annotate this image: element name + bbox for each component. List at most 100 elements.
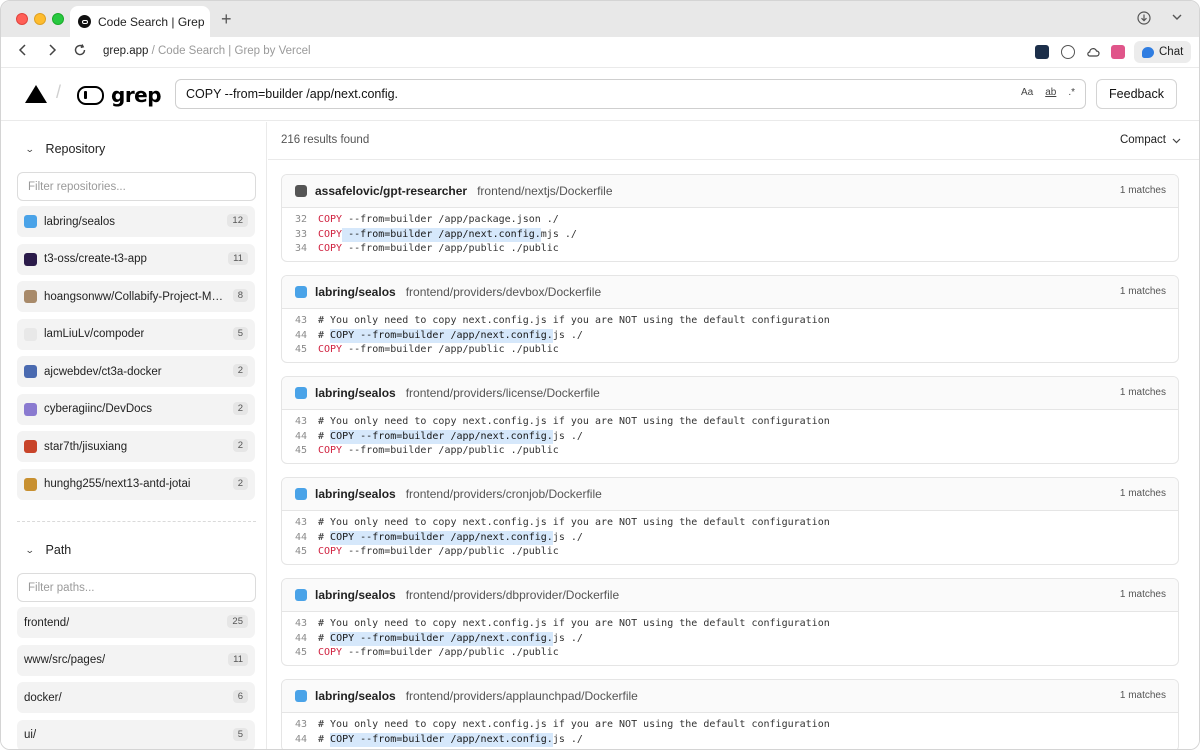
repository-facet-item[interactable]: cyberagiinc/DevDocs 2: [17, 393, 255, 425]
repository-facet-item[interactable]: t3-oss/create-t3-app 11: [17, 243, 255, 275]
line-number[interactable]: 44: [282, 329, 318, 344]
match-case-toggle[interactable]: Aa: [1021, 87, 1033, 98]
path-facet-item[interactable]: docker/6: [17, 682, 255, 713]
regex-toggle[interactable]: .*: [1068, 87, 1075, 98]
color-picker-extension-icon[interactable]: [1111, 45, 1125, 59]
zoom-window-button[interactable]: [52, 13, 64, 25]
minimize-window-button[interactable]: [34, 13, 46, 25]
filter-paths-input[interactable]: Filter paths...: [17, 573, 256, 602]
line-number[interactable]: 33: [282, 228, 318, 243]
result-repo-link[interactable]: labring/sealos: [315, 386, 396, 400]
tab-strip: Code Search | Grep by +: [1, 1, 1199, 37]
code-line: 44 # COPY --from=builder /app/next.config…: [282, 429, 1178, 445]
result-card-header: labring/sealos frontend/providers/applaun…: [282, 680, 1178, 713]
path-facet-item[interactable]: ui/5: [17, 719, 255, 749]
line-number[interactable]: 43: [282, 415, 318, 430]
line-number[interactable]: 44: [282, 632, 318, 647]
result-file-path-link[interactable]: frontend/providers/license/Dockerfile: [406, 386, 600, 400]
line-number[interactable]: 44: [282, 733, 318, 748]
line-number[interactable]: 43: [282, 516, 318, 531]
repository-facet-item[interactable]: star7th/jisuxiang 2: [17, 431, 255, 462]
path-section-toggle[interactable]: ⌄ Path: [25, 543, 71, 557]
line-number[interactable]: 45: [282, 646, 318, 661]
code-text: js ./: [552, 531, 583, 543]
repository-facet-item[interactable]: ajcwebdev/ct3a-docker 2: [17, 356, 255, 387]
chat-button[interactable]: Chat: [1134, 41, 1191, 63]
line-number[interactable]: 44: [282, 430, 318, 445]
repo-avatar-icon: [295, 185, 307, 197]
line-number[interactable]: 45: [282, 545, 318, 560]
chevron-down-icon[interactable]: [1171, 11, 1183, 26]
path-facet-item[interactable]: www/src/pages/11: [17, 644, 255, 676]
code-line: 44 # COPY --from=builder /app/next.config…: [282, 530, 1178, 546]
code-keyword: COPY: [318, 546, 343, 558]
code-text: mjs ./: [540, 228, 577, 240]
line-number[interactable]: 34: [282, 242, 318, 257]
close-window-button[interactable]: [16, 13, 28, 25]
new-tab-button[interactable]: +: [221, 10, 232, 28]
result-repo-link[interactable]: labring/sealos: [315, 588, 396, 602]
result-repo-link[interactable]: labring/sealos: [315, 689, 396, 703]
match-highlight: COPY --from=builder /app/next.config.: [330, 530, 553, 546]
code-line: 45 COPY --from=builder /app/public ./publ…: [282, 343, 1178, 358]
result-card: labring/sealos frontend/providers/applaun…: [281, 679, 1179, 749]
code-comment: # You only need to copy next.config.js i…: [318, 618, 830, 629]
download-icon[interactable]: [1137, 11, 1151, 28]
result-file-path-link[interactable]: frontend/providers/cronjob/Dockerfile: [406, 487, 602, 501]
feedback-button[interactable]: Feedback: [1096, 79, 1177, 109]
repo-name: t3-oss/create-t3-app: [44, 253, 147, 265]
grep-favicon-icon: [78, 15, 91, 28]
forward-arrow-icon[interactable]: [46, 43, 58, 62]
code-line: 45 COPY --from=builder /app/public ./publ…: [282, 646, 1178, 661]
result-file-path-link[interactable]: frontend/providers/applaunchpad/Dockerfi…: [406, 689, 638, 703]
repository-facet-item[interactable]: hoangsonww/Collabify-Project-Man... 8: [17, 281, 255, 312]
code-line: 44 # COPY --from=builder /app/next.config…: [282, 732, 1178, 748]
code-comment: #: [318, 632, 331, 644]
line-number[interactable]: 32: [282, 213, 318, 228]
grep-mark-icon: [77, 85, 104, 105]
cloud-extension-icon[interactable]: [1086, 45, 1100, 59]
repository-facet-item[interactable]: lamLiuLv/compoder 5: [17, 318, 255, 350]
repository-facet-item[interactable]: labring/sealos 12: [17, 206, 255, 237]
react-devtools-extension-icon[interactable]: [1035, 45, 1049, 59]
url-field[interactable]: grep.app / Code Search | Grep by Vercel: [103, 45, 311, 57]
result-file-path-link[interactable]: frontend/providers/dbprovider/Dockerfile: [406, 588, 619, 602]
tracker-extension-icon[interactable]: [1061, 45, 1075, 59]
code-keyword: COPY: [318, 445, 343, 457]
result-match-count: 1 matches: [1119, 387, 1166, 398]
line-number[interactable]: 44: [282, 531, 318, 546]
url-host: grep.app: [103, 45, 149, 57]
repository-heading: Repository: [45, 142, 106, 156]
result-repo-link[interactable]: labring/sealos: [315, 285, 396, 299]
result-file-path-link[interactable]: frontend/nextjs/Dockerfile: [477, 184, 612, 198]
repo-avatar-icon: [24, 402, 37, 416]
vercel-logo-icon[interactable]: [25, 85, 47, 103]
result-repo-link[interactable]: labring/sealos: [315, 487, 396, 501]
line-number[interactable]: 43: [282, 314, 318, 329]
search-input[interactable]: COPY --from=builder /app/next.config. Aa…: [175, 79, 1086, 109]
chat-bubble-icon: [1142, 46, 1154, 58]
grep-logo[interactable]: grep: [77, 83, 162, 107]
code-text: --from=builder /app/public ./public: [342, 445, 559, 457]
repo-avatar-icon: [295, 690, 307, 702]
result-repo-link[interactable]: assafelovic/gpt-researcher: [315, 184, 467, 198]
code-line: 43 # You only need to copy next.config.js…: [282, 314, 1178, 329]
line-number[interactable]: 45: [282, 343, 318, 358]
browser-window: Code Search | Grep by + grep.app / Code …: [0, 0, 1200, 750]
filter-repositories-input[interactable]: Filter repositories...: [17, 172, 256, 201]
line-number[interactable]: 43: [282, 617, 318, 632]
browser-tab[interactable]: Code Search | Grep by: [70, 6, 210, 37]
path-facet-item[interactable]: frontend/25: [17, 607, 255, 638]
reload-icon[interactable]: [73, 43, 87, 62]
repository-section-toggle[interactable]: ⌄ Repository: [25, 142, 106, 156]
back-arrow-icon[interactable]: [17, 43, 29, 62]
line-number[interactable]: 45: [282, 444, 318, 459]
repo-avatar-icon: [295, 387, 307, 399]
repository-facet-item[interactable]: hunghg255/next13-antd-jotai 2: [17, 468, 255, 500]
match-whole-words-toggle[interactable]: ab: [1045, 87, 1056, 98]
result-file-path-link[interactable]: frontend/providers/devbox/Dockerfile: [406, 285, 601, 299]
view-mode-select[interactable]: Compact: [1120, 134, 1181, 146]
view-mode-label: Compact: [1119, 134, 1166, 146]
line-number[interactable]: 43: [282, 718, 318, 733]
repo-avatar-icon: [24, 440, 37, 453]
